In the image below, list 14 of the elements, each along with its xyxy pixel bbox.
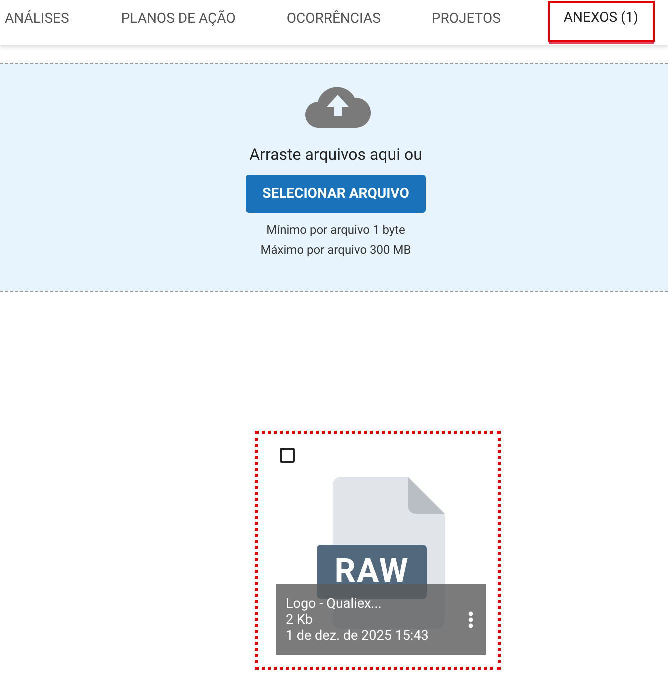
size-limit-text: Máximo por arquivo 300 MB bbox=[260, 242, 412, 259]
file-date: 1 de dez. de 2025 15:43 bbox=[286, 628, 430, 644]
tab[interactable]: OCORRÊNCIAS bbox=[286, 0, 432, 45]
file-card[interactable]: RAW Logo - Qualiex... 2 Kb 1 de dez. de 2025 15:43 bbox=[255, 431, 501, 670]
select-file-button[interactable]: SELECIONAR ARQUIVO bbox=[246, 175, 426, 213]
tab[interactable]: ANEXOS (1) bbox=[548, 1, 655, 42]
size-limit-text: Mínimo por arquivo 1 byte bbox=[266, 222, 406, 239]
tab[interactable]: PLANOS DE AÇÃO bbox=[121, 0, 287, 45]
checkbox[interactable] bbox=[280, 448, 295, 463]
more-options-icon[interactable] bbox=[468, 610, 474, 628]
tab[interactable]: ANÁLISES bbox=[0, 0, 122, 45]
file-size: 2 Kb bbox=[286, 612, 314, 628]
drop-zone[interactable]: Arraste arquivos aqui ou SELECIONAR ARQUIVO Mínimo por arquivo 1 byte Máximo por arquivo 300 MB bbox=[0, 63, 668, 292]
drop-prompt: Arraste arquivos aqui ou bbox=[250, 144, 422, 166]
